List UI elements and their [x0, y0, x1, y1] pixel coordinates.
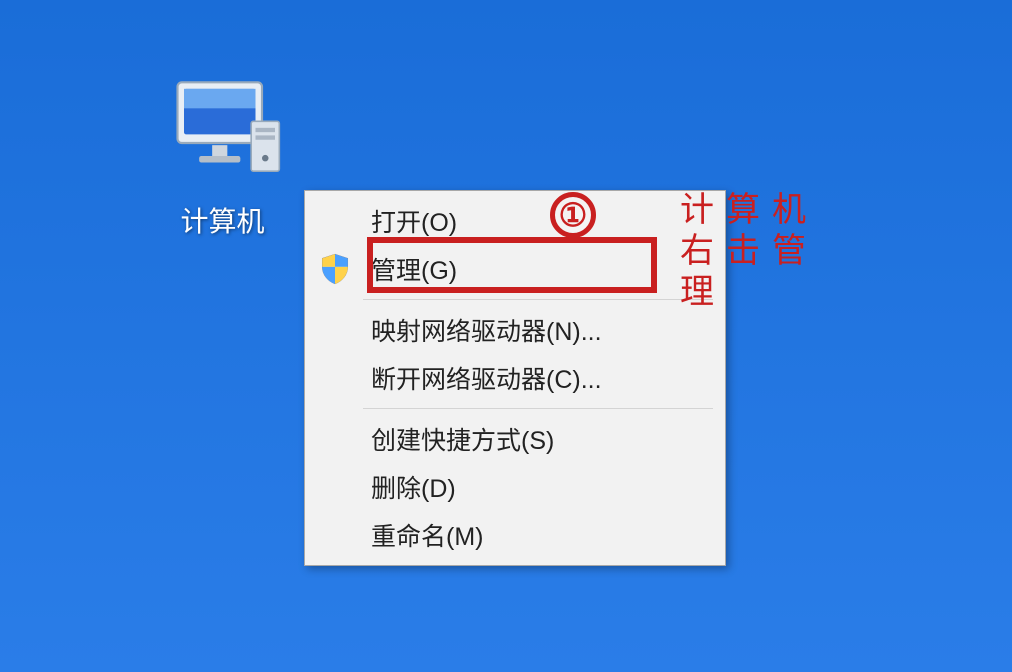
- blank-icon: [311, 203, 359, 239]
- menu-separator: [363, 408, 713, 409]
- blank-icon: [311, 469, 359, 505]
- menu-item-manage[interactable]: 管理(G): [307, 245, 723, 293]
- menu-separator: [363, 299, 713, 300]
- menu-item-label: 管理(G): [371, 251, 457, 287]
- blank-icon: [311, 312, 359, 348]
- menu-item-label: 断开网络驱动器(C)...: [371, 360, 602, 396]
- menu-item-rename[interactable]: 重命名(M): [307, 511, 723, 559]
- menu-item-label: 打开(O): [371, 203, 457, 239]
- uac-shield-icon: [311, 251, 359, 287]
- menu-item-label: 映射网络驱动器(N)...: [371, 312, 602, 348]
- blank-icon: [311, 360, 359, 396]
- menu-item-create-shortcut[interactable]: 创建快捷方式(S): [307, 415, 723, 463]
- menu-item-label: 创建快捷方式(S): [371, 421, 554, 457]
- desktop-icon-computer[interactable]: 计算机: [135, 70, 310, 240]
- menu-item-disconnect-network-drive[interactable]: 断开网络驱动器(C)...: [307, 354, 723, 402]
- computer-icon: [153, 70, 293, 190]
- menu-item-map-network-drive[interactable]: 映射网络驱动器(N)...: [307, 306, 723, 354]
- menu-item-label: 重命名(M): [371, 517, 483, 553]
- menu-item-delete[interactable]: 删除(D): [307, 463, 723, 511]
- desktop-icon-label: 计算机: [135, 200, 310, 240]
- blank-icon: [311, 421, 359, 457]
- context-menu: 打开(O) 管理(G) 映射网络驱动器(N)... 断开网络驱动器(C)... …: [304, 190, 726, 566]
- blank-icon: [311, 517, 359, 553]
- menu-item-label: 删除(D): [371, 469, 456, 505]
- menu-item-open[interactable]: 打开(O): [307, 197, 723, 245]
